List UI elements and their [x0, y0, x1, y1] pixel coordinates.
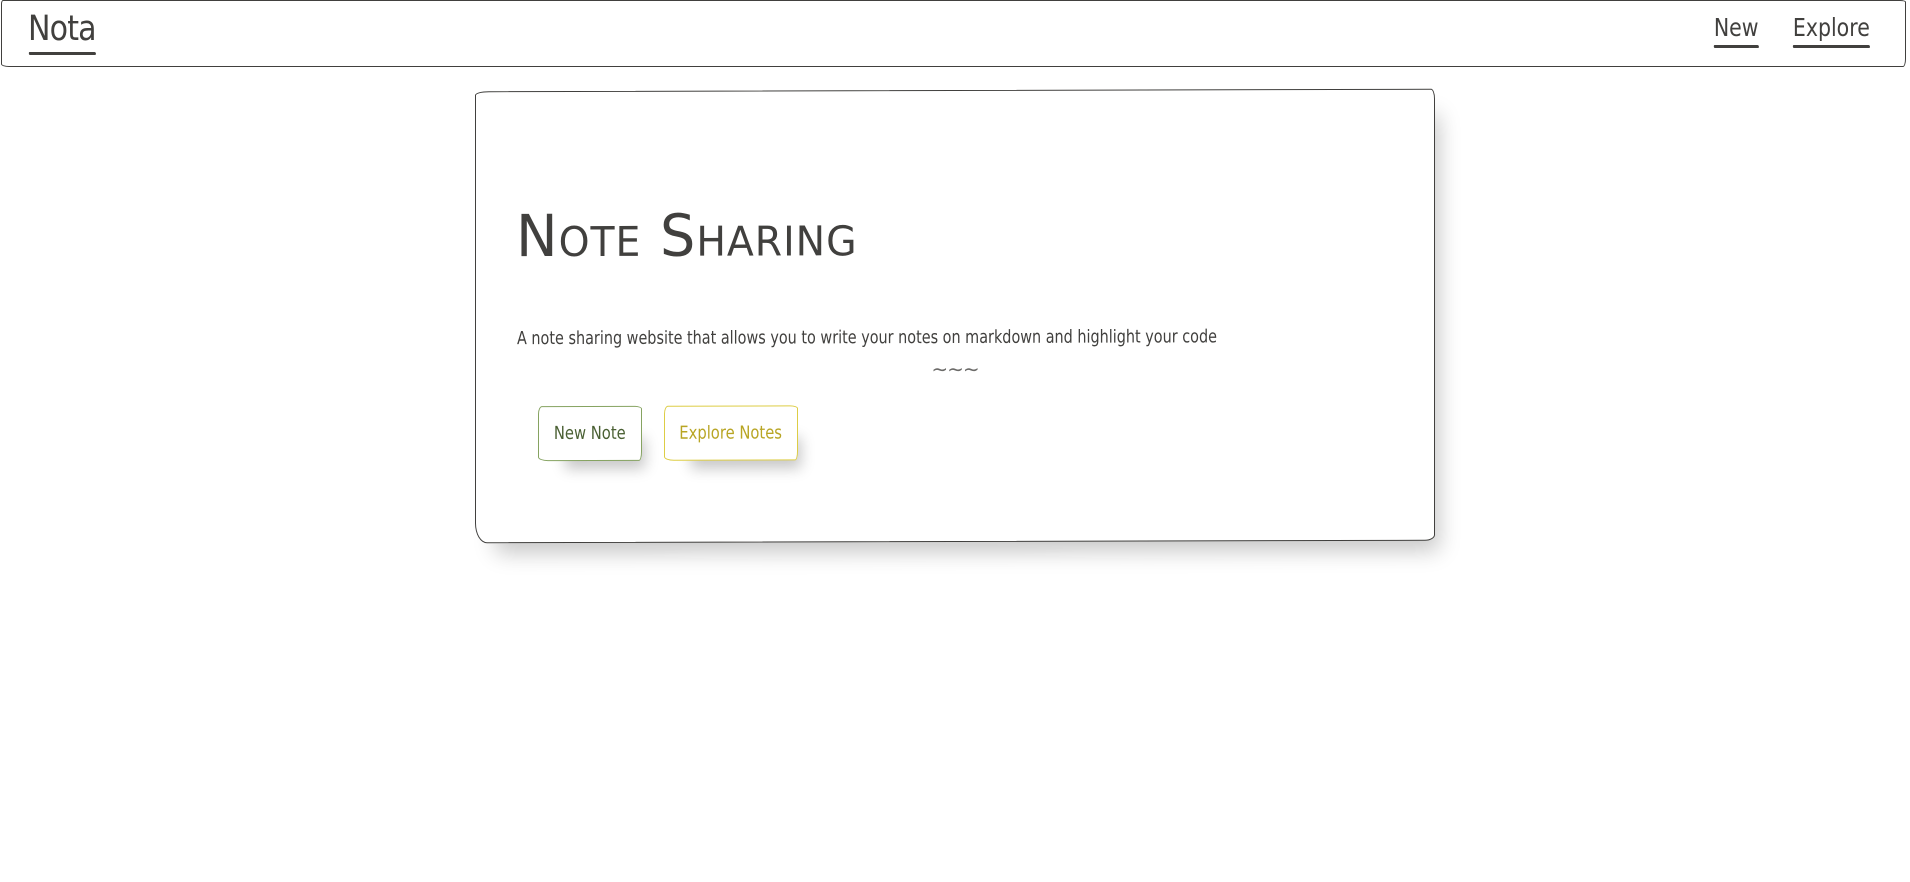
brand-logo-link[interactable]: Nota — [28, 9, 97, 55]
squiggle-divider: ~~~ — [931, 356, 979, 382]
explore-notes-button[interactable]: Explore Notes — [664, 405, 798, 461]
nav-link-explore[interactable]: Explore — [1793, 13, 1870, 48]
new-note-button-label: New Note — [554, 422, 626, 445]
top-navbar: Nota New Explore — [1, 0, 1906, 67]
hero-card: Note Sharing A note sharing website that… — [475, 88, 1435, 544]
new-note-button[interactable]: New Note — [538, 405, 642, 462]
explore-notes-button-label: Explore Notes — [679, 422, 783, 444]
nav-link-new[interactable]: New — [1713, 13, 1758, 48]
hero-description: A note sharing website that allows you t… — [517, 326, 1217, 350]
nav-links: New Explore — [1704, 13, 1870, 48]
hero-title: Note Sharing — [516, 201, 858, 271]
